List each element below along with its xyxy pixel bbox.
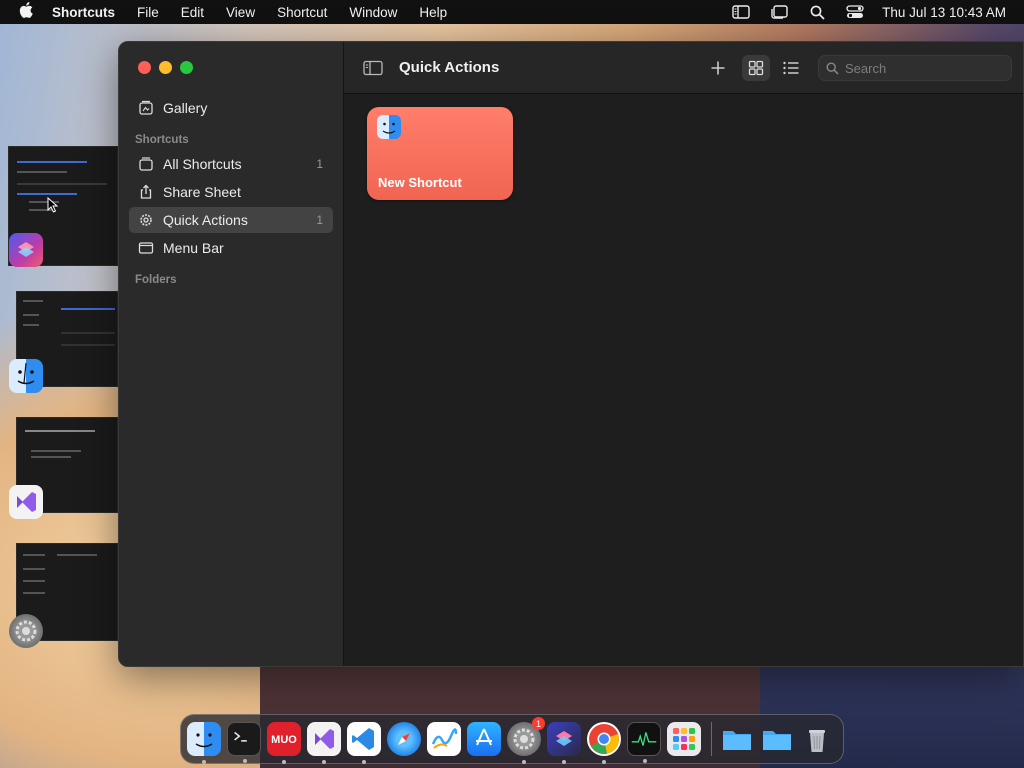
sidebar-item-label: Quick Actions	[163, 212, 248, 228]
sidebar-section-shortcuts: Shortcuts	[135, 134, 189, 146]
dock: MUO 1	[180, 714, 844, 764]
shortcut-card-title: New Shortcut	[378, 175, 462, 190]
add-shortcut-button[interactable]	[704, 55, 732, 81]
search-icon	[819, 61, 845, 75]
dock-safari-icon[interactable]	[387, 722, 421, 756]
sidebar-item-share-sheet[interactable]: Share Sheet	[129, 179, 333, 205]
sidebar-item-menu-bar[interactable]: Menu Bar	[129, 235, 333, 261]
dock-downloads-folder-icon[interactable]	[760, 722, 794, 756]
toggle-sidebar-button[interactable]	[359, 55, 387, 81]
list-icon	[783, 61, 799, 75]
shortcut-card[interactable]: New Shortcut	[367, 107, 513, 200]
shortcuts-window: Gallery Shortcuts All Shortcuts 1 Share …	[118, 41, 1024, 667]
toolbar: Quick Actions	[344, 42, 1023, 94]
finder-icon	[377, 115, 401, 139]
menu-shortcut[interactable]: Shortcut	[266, 5, 338, 20]
sidebar-item-count: 1	[316, 157, 323, 171]
dock-freeform-icon[interactable]	[427, 722, 461, 756]
finder-app-icon[interactable]	[9, 359, 43, 393]
sidebar-item-quick-actions[interactable]: Quick Actions 1	[129, 207, 333, 233]
gallery-icon	[137, 99, 155, 117]
sidebar-item-label: All Shortcuts	[163, 156, 242, 172]
dock-trash-icon[interactable]	[800, 722, 834, 756]
menu-file[interactable]: File	[126, 5, 170, 20]
close-button[interactable]	[138, 61, 151, 74]
dock-system-settings-icon[interactable]: 1	[507, 717, 545, 764]
menu-app-name[interactable]: Shortcuts	[52, 5, 126, 20]
menu-help[interactable]: Help	[408, 5, 458, 20]
sidebar-item-label: Share Sheet	[163, 184, 241, 200]
cursor-icon	[47, 197, 59, 213]
share-icon	[137, 183, 155, 201]
sidebar-item-all-shortcuts[interactable]: All Shortcuts 1	[129, 151, 333, 177]
maximize-button[interactable]	[180, 61, 193, 74]
menu-window[interactable]: Window	[338, 5, 408, 20]
menu-bar-icon	[137, 239, 155, 257]
sidebar-toggle-icon	[363, 60, 383, 76]
svg-text:MUO: MUO	[271, 734, 297, 746]
sidebar: Gallery Shortcuts All Shortcuts 1 Share …	[119, 42, 344, 666]
page-title: Quick Actions	[399, 59, 500, 76]
shortcuts-app-icon[interactable]	[9, 233, 43, 267]
menu-edit[interactable]: Edit	[170, 5, 215, 20]
list-view-button[interactable]	[777, 55, 805, 81]
dock-vscode-icon[interactable]	[347, 722, 381, 764]
control-center-icon[interactable]	[836, 0, 874, 24]
dock-chrome-icon[interactable]	[587, 722, 621, 764]
dock-launchpad-icon[interactable]	[667, 722, 701, 756]
sidebar-item-label: Menu Bar	[163, 240, 224, 256]
notification-badge: 1	[532, 717, 545, 730]
dock-visual-studio-icon[interactable]	[307, 722, 341, 764]
sidebar-item-gallery[interactable]: Gallery	[129, 95, 333, 121]
grid-view-button[interactable]	[742, 55, 770, 81]
spotlight-search-icon[interactable]	[798, 0, 836, 24]
apple-menu-icon[interactable]	[0, 2, 52, 22]
dock-documents-folder-icon[interactable]	[720, 722, 754, 756]
search-field[interactable]	[818, 55, 1012, 81]
minimize-button[interactable]	[159, 61, 172, 74]
dock-finder-icon[interactable]	[187, 722, 221, 764]
sidebar-section-folders: Folders	[135, 274, 177, 286]
sidebar-status-icon[interactable]	[722, 0, 760, 24]
dock-terminal-icon[interactable]	[227, 722, 261, 763]
sidebar-item-count: 1	[316, 213, 323, 227]
dock-app-store-icon[interactable]	[467, 722, 501, 756]
dock-separator	[711, 722, 712, 756]
stage-manager-icon[interactable]	[760, 0, 798, 24]
dock-shortcuts-icon[interactable]	[547, 722, 581, 764]
grid-icon	[748, 60, 764, 76]
shortcuts-grid: New Shortcut	[344, 95, 1023, 666]
gear-icon	[137, 211, 155, 229]
search-input[interactable]	[845, 60, 995, 76]
sidebar-item-label: Gallery	[163, 100, 208, 116]
visual-studio-app-icon[interactable]	[9, 485, 43, 519]
menu-view[interactable]: View	[215, 5, 266, 20]
window-controls	[138, 61, 193, 74]
menu-clock[interactable]: Thu Jul 13 10:43 AM	[874, 5, 1006, 20]
all-shortcuts-icon	[137, 155, 155, 173]
system-settings-app-icon[interactable]	[9, 614, 43, 648]
menu-bar: Shortcuts File Edit View Shortcut Window…	[0, 0, 1024, 24]
plus-icon	[711, 61, 725, 75]
dock-muo-icon[interactable]: MUO	[267, 722, 301, 764]
dock-activity-monitor-icon[interactable]	[627, 722, 661, 763]
